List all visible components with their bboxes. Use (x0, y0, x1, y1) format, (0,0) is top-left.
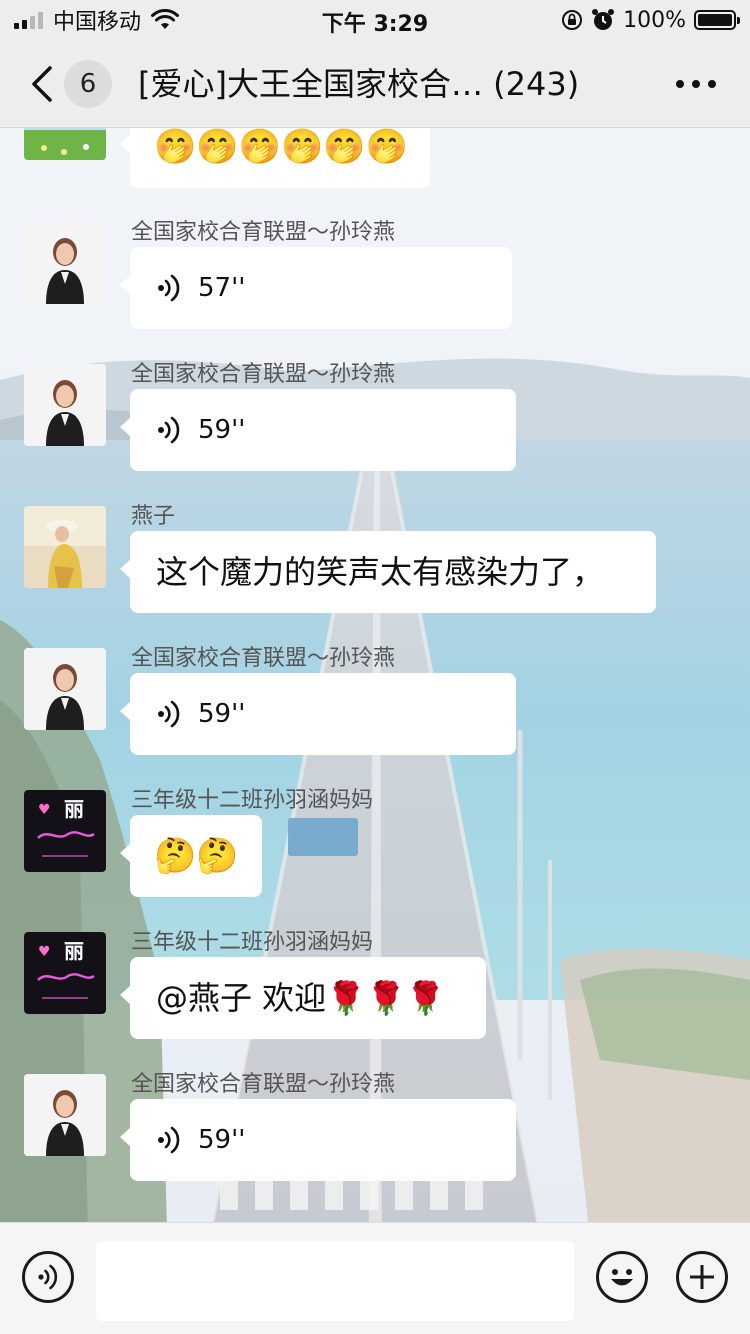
avatar[interactable] (24, 222, 106, 304)
message-input[interactable] (96, 1241, 574, 1321)
voice-duration: 57'' (198, 273, 246, 303)
sender-name: 燕子 (131, 504, 176, 529)
message-item: 全国家校合育联盟～孙玲燕 57'' (0, 214, 750, 334)
avatar[interactable] (24, 128, 106, 160)
voice-duration: 59'' (198, 1125, 246, 1155)
svg-text:♥: ♥ (38, 944, 51, 960)
message-bubble[interactable]: 🤭🤭🤭🤭🤭🤭 (120, 128, 430, 188)
unread-count-badge[interactable]: 6 (64, 60, 112, 108)
text-message-bubble[interactable]: 这个魔力的笑声太有感染力了， (120, 531, 656, 613)
emoji-button[interactable] (596, 1251, 648, 1303)
text-message-bubble[interactable]: @燕子 欢迎🌹🌹🌹 (120, 957, 486, 1039)
svg-text:丽: 丽 (64, 797, 84, 821)
chat-title: [爱心]大王全国家校合… (243) (138, 65, 580, 103)
voice-message-bubble[interactable]: 59'' (120, 1099, 516, 1181)
status-bar: 中国移动 下午 3:29 100% (0, 0, 750, 40)
plus-icon (690, 1265, 714, 1289)
voice-message-bubble[interactable]: 59'' (120, 389, 516, 471)
voice-message-bubble[interactable]: 57'' (120, 247, 512, 329)
input-bar (0, 1222, 750, 1334)
rotation-lock-icon (562, 10, 583, 30)
chevron-left-icon[interactable] (28, 64, 58, 104)
svg-text:♥: ♥ (38, 802, 51, 818)
voice-message-bubble[interactable]: 59'' (120, 673, 516, 755)
voice-duration: 59'' (198, 699, 246, 729)
avatar[interactable] (24, 506, 106, 588)
emoji-content: 🤭🤭🤭🤭🤭🤭 (154, 128, 409, 167)
message-bubble[interactable]: 🤔🤔 (120, 815, 262, 897)
voice-wave-icon (158, 1126, 180, 1154)
svg-text:丽: 丽 (64, 939, 84, 963)
avatar[interactable] (24, 364, 106, 446)
voice-duration: 59'' (198, 415, 246, 445)
avatar[interactable] (24, 1074, 106, 1156)
message-item: 燕子 这个魔力的笑声太有感染力了， (0, 498, 750, 618)
voice-input-icon (38, 1264, 58, 1290)
voice-wave-icon (158, 700, 180, 728)
avatar[interactable]: ♥ 丽 (24, 932, 106, 1014)
voice-wave-icon (158, 416, 180, 444)
message-text: @燕子 欢迎🌹🌹🌹 (156, 979, 446, 1017)
avatar[interactable] (24, 648, 106, 730)
sender-name: 三年级十二班孙羽涵妈妈 (131, 930, 374, 955)
chat-header: 6 [爱心]大王全国家校合… (243) (0, 40, 750, 128)
message-item: ♥ 丽 三年级十二班孙羽涵妈妈 @燕子 欢迎🌹🌹🌹 (0, 924, 750, 1044)
sender-name: 全国家校合育联盟～孙玲燕 (131, 646, 396, 671)
battery-icon (694, 10, 740, 30)
more-dots-icon[interactable] (676, 80, 716, 88)
message-text: 这个魔力的笑声太有感染力了， (156, 553, 605, 591)
emoji-content: 🤔🤔 (154, 836, 239, 876)
sender-name: 三年级十二班孙羽涵妈妈 (131, 788, 374, 813)
avatar[interactable]: ♥ 丽 (24, 790, 106, 872)
sender-name: 全国家校合育联盟～孙玲燕 (131, 1072, 396, 1097)
sender-name: 全国家校合育联盟～孙玲燕 (131, 362, 396, 387)
message-item: 全国家校合育联盟～孙玲燕 59'' (0, 356, 750, 476)
battery-percent: 100% (623, 7, 686, 33)
alarm-clock-icon (592, 9, 615, 30)
message-item: 🤭🤭🤭🤭🤭🤭 (0, 128, 750, 188)
emoji-icon (611, 1269, 633, 1286)
sender-name: 全国家校合育联盟～孙玲燕 (131, 220, 396, 245)
plus-button[interactable] (676, 1251, 728, 1303)
voice-input-button[interactable] (22, 1251, 74, 1303)
message-item: 全国家校合育联盟～孙玲燕 59'' (0, 1066, 750, 1186)
voice-wave-icon (158, 274, 180, 302)
message-item: ♥ 丽 三年级十二班孙羽涵妈妈 🤔🤔 (0, 782, 750, 902)
message-item: 全国家校合育联盟～孙玲燕 59'' (0, 640, 750, 760)
